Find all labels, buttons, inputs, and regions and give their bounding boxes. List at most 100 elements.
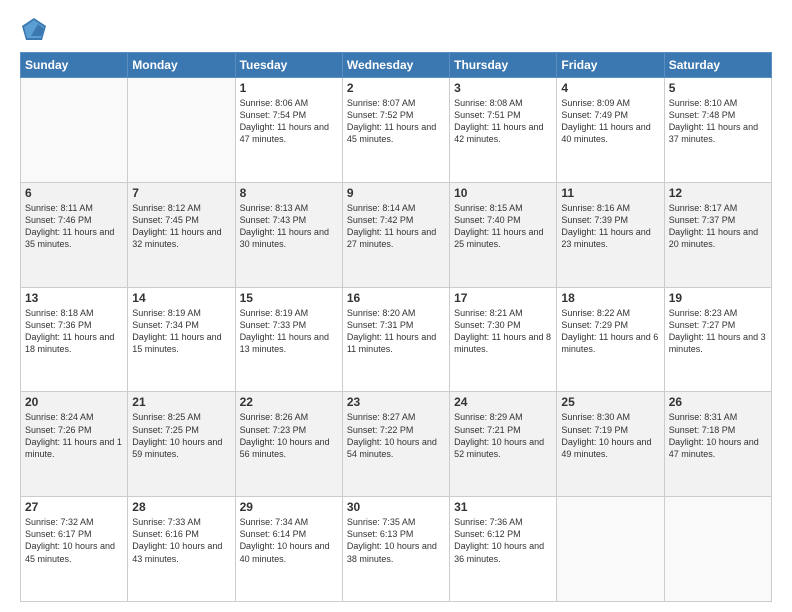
weekday-header-saturday: Saturday — [664, 53, 771, 78]
weekday-header-row: SundayMondayTuesdayWednesdayThursdayFrid… — [21, 53, 772, 78]
calendar-cell: 30 Sunrise: 7:35 AM Sunset: 6:13 PM Dayli… — [342, 497, 449, 602]
calendar-cell: 7 Sunrise: 8:12 AM Sunset: 7:45 PM Daylig… — [128, 182, 235, 287]
calendar-cell: 10 Sunrise: 8:15 AM Sunset: 7:40 PM Dayli… — [450, 182, 557, 287]
calendar-cell: 19 Sunrise: 8:23 AM Sunset: 7:27 PM Dayli… — [664, 287, 771, 392]
calendar-cell: 5 Sunrise: 8:10 AM Sunset: 7:48 PM Daylig… — [664, 78, 771, 183]
day-number: 19 — [669, 291, 767, 305]
day-info: Sunrise: 7:36 AM Sunset: 6:12 PM Dayligh… — [454, 516, 552, 565]
day-number: 13 — [25, 291, 123, 305]
day-number: 16 — [347, 291, 445, 305]
day-info: Sunrise: 8:09 AM Sunset: 7:49 PM Dayligh… — [561, 97, 659, 146]
calendar-cell: 31 Sunrise: 7:36 AM Sunset: 6:12 PM Dayli… — [450, 497, 557, 602]
day-info: Sunrise: 8:17 AM Sunset: 7:37 PM Dayligh… — [669, 202, 767, 251]
day-info: Sunrise: 7:33 AM Sunset: 6:16 PM Dayligh… — [132, 516, 230, 565]
calendar-cell: 3 Sunrise: 8:08 AM Sunset: 7:51 PM Daylig… — [450, 78, 557, 183]
day-number: 5 — [669, 81, 767, 95]
day-info: Sunrise: 8:12 AM Sunset: 7:45 PM Dayligh… — [132, 202, 230, 251]
day-number: 18 — [561, 291, 659, 305]
weekday-header-monday: Monday — [128, 53, 235, 78]
day-info: Sunrise: 8:20 AM Sunset: 7:31 PM Dayligh… — [347, 307, 445, 356]
header — [20, 16, 772, 44]
day-number: 6 — [25, 186, 123, 200]
calendar-cell — [664, 497, 771, 602]
calendar-cell: 14 Sunrise: 8:19 AM Sunset: 7:34 PM Dayli… — [128, 287, 235, 392]
day-number: 31 — [454, 500, 552, 514]
day-number: 3 — [454, 81, 552, 95]
calendar-cell: 8 Sunrise: 8:13 AM Sunset: 7:43 PM Daylig… — [235, 182, 342, 287]
calendar-cell: 12 Sunrise: 8:17 AM Sunset: 7:37 PM Dayli… — [664, 182, 771, 287]
day-number: 15 — [240, 291, 338, 305]
calendar-week-row: 13 Sunrise: 8:18 AM Sunset: 7:36 PM Dayli… — [21, 287, 772, 392]
day-info: Sunrise: 8:25 AM Sunset: 7:25 PM Dayligh… — [132, 411, 230, 460]
day-info: Sunrise: 8:06 AM Sunset: 7:54 PM Dayligh… — [240, 97, 338, 146]
calendar-week-row: 27 Sunrise: 7:32 AM Sunset: 6:17 PM Dayli… — [21, 497, 772, 602]
day-info: Sunrise: 8:13 AM Sunset: 7:43 PM Dayligh… — [240, 202, 338, 251]
calendar-cell: 18 Sunrise: 8:22 AM Sunset: 7:29 PM Dayli… — [557, 287, 664, 392]
day-info: Sunrise: 7:32 AM Sunset: 6:17 PM Dayligh… — [25, 516, 123, 565]
calendar-cell: 27 Sunrise: 7:32 AM Sunset: 6:17 PM Dayli… — [21, 497, 128, 602]
calendar-cell: 13 Sunrise: 8:18 AM Sunset: 7:36 PM Dayli… — [21, 287, 128, 392]
day-info: Sunrise: 8:08 AM Sunset: 7:51 PM Dayligh… — [454, 97, 552, 146]
day-info: Sunrise: 8:16 AM Sunset: 7:39 PM Dayligh… — [561, 202, 659, 251]
day-info: Sunrise: 7:34 AM Sunset: 6:14 PM Dayligh… — [240, 516, 338, 565]
calendar-cell: 11 Sunrise: 8:16 AM Sunset: 7:39 PM Dayli… — [557, 182, 664, 287]
day-number: 29 — [240, 500, 338, 514]
calendar-cell: 23Sunrise: 8:27 AM Sunset: 7:22 PM Dayli… — [342, 392, 449, 497]
day-number: 25 — [561, 395, 659, 409]
day-number: 4 — [561, 81, 659, 95]
day-number: 10 — [454, 186, 552, 200]
day-info: Sunrise: 8:19 AM Sunset: 7:34 PM Dayligh… — [132, 307, 230, 356]
day-info: Sunrise: 8:21 AM Sunset: 7:30 PM Dayligh… — [454, 307, 552, 356]
day-number: 24 — [454, 395, 552, 409]
weekday-header-thursday: Thursday — [450, 53, 557, 78]
calendar-week-row: 1 Sunrise: 8:06 AM Sunset: 7:54 PM Daylig… — [21, 78, 772, 183]
day-number: 22 — [240, 395, 338, 409]
calendar-cell: 29 Sunrise: 7:34 AM Sunset: 6:14 PM Dayli… — [235, 497, 342, 602]
calendar-table: SundayMondayTuesdayWednesdayThursdayFrid… — [20, 52, 772, 602]
day-info: Sunrise: 8:19 AM Sunset: 7:33 PM Dayligh… — [240, 307, 338, 356]
day-info: Sunrise: 8:22 AM Sunset: 7:29 PM Dayligh… — [561, 307, 659, 356]
calendar-cell: 28 Sunrise: 7:33 AM Sunset: 6:16 PM Dayli… — [128, 497, 235, 602]
calendar-week-row: 20Sunrise: 8:24 AM Sunset: 7:26 PM Dayli… — [21, 392, 772, 497]
day-info: Sunrise: 8:24 AM Sunset: 7:26 PM Dayligh… — [25, 411, 123, 460]
calendar-cell: 24 Sunrise: 8:29 AM Sunset: 7:21 PM Dayli… — [450, 392, 557, 497]
day-number: 12 — [669, 186, 767, 200]
weekday-header-sunday: Sunday — [21, 53, 128, 78]
calendar-cell — [21, 78, 128, 183]
calendar-cell — [557, 497, 664, 602]
day-info: Sunrise: 8:18 AM Sunset: 7:36 PM Dayligh… — [25, 307, 123, 356]
day-number: 7 — [132, 186, 230, 200]
day-number: 28 — [132, 500, 230, 514]
day-number: 30 — [347, 500, 445, 514]
day-number: 8 — [240, 186, 338, 200]
logo-icon — [20, 16, 48, 44]
day-number: 21 — [132, 395, 230, 409]
weekday-header-tuesday: Tuesday — [235, 53, 342, 78]
day-info: Sunrise: 8:29 AM Sunset: 7:21 PM Dayligh… — [454, 411, 552, 460]
day-info: Sunrise: 7:35 AM Sunset: 6:13 PM Dayligh… — [347, 516, 445, 565]
day-info: Sunrise: 8:26 AM Sunset: 7:23 PM Dayligh… — [240, 411, 338, 460]
day-number: 26 — [669, 395, 767, 409]
calendar-cell: 17 Sunrise: 8:21 AM Sunset: 7:30 PM Dayli… — [450, 287, 557, 392]
day-number: 27 — [25, 500, 123, 514]
calendar-cell: 2Sunrise: 8:07 AM Sunset: 7:52 PM Daylig… — [342, 78, 449, 183]
day-number: 23 — [347, 395, 445, 409]
day-info: Sunrise: 8:10 AM Sunset: 7:48 PM Dayligh… — [669, 97, 767, 146]
calendar-cell: 26Sunrise: 8:31 AM Sunset: 7:18 PM Dayli… — [664, 392, 771, 497]
day-info: Sunrise: 8:23 AM Sunset: 7:27 PM Dayligh… — [669, 307, 767, 356]
day-number: 17 — [454, 291, 552, 305]
calendar-cell: 25 Sunrise: 8:30 AM Sunset: 7:19 PM Dayli… — [557, 392, 664, 497]
logo — [20, 16, 50, 44]
calendar-cell: 4 Sunrise: 8:09 AM Sunset: 7:49 PM Daylig… — [557, 78, 664, 183]
day-info: Sunrise: 8:30 AM Sunset: 7:19 PM Dayligh… — [561, 411, 659, 460]
day-number: 14 — [132, 291, 230, 305]
day-info: Sunrise: 8:14 AM Sunset: 7:42 PM Dayligh… — [347, 202, 445, 251]
day-info: Sunrise: 8:15 AM Sunset: 7:40 PM Dayligh… — [454, 202, 552, 251]
calendar-cell: 22 Sunrise: 8:26 AM Sunset: 7:23 PM Dayli… — [235, 392, 342, 497]
day-number: 11 — [561, 186, 659, 200]
page: SundayMondayTuesdayWednesdayThursdayFrid… — [0, 0, 792, 612]
day-number: 2 — [347, 81, 445, 95]
weekday-header-friday: Friday — [557, 53, 664, 78]
day-number: 9 — [347, 186, 445, 200]
day-number: 1 — [240, 81, 338, 95]
